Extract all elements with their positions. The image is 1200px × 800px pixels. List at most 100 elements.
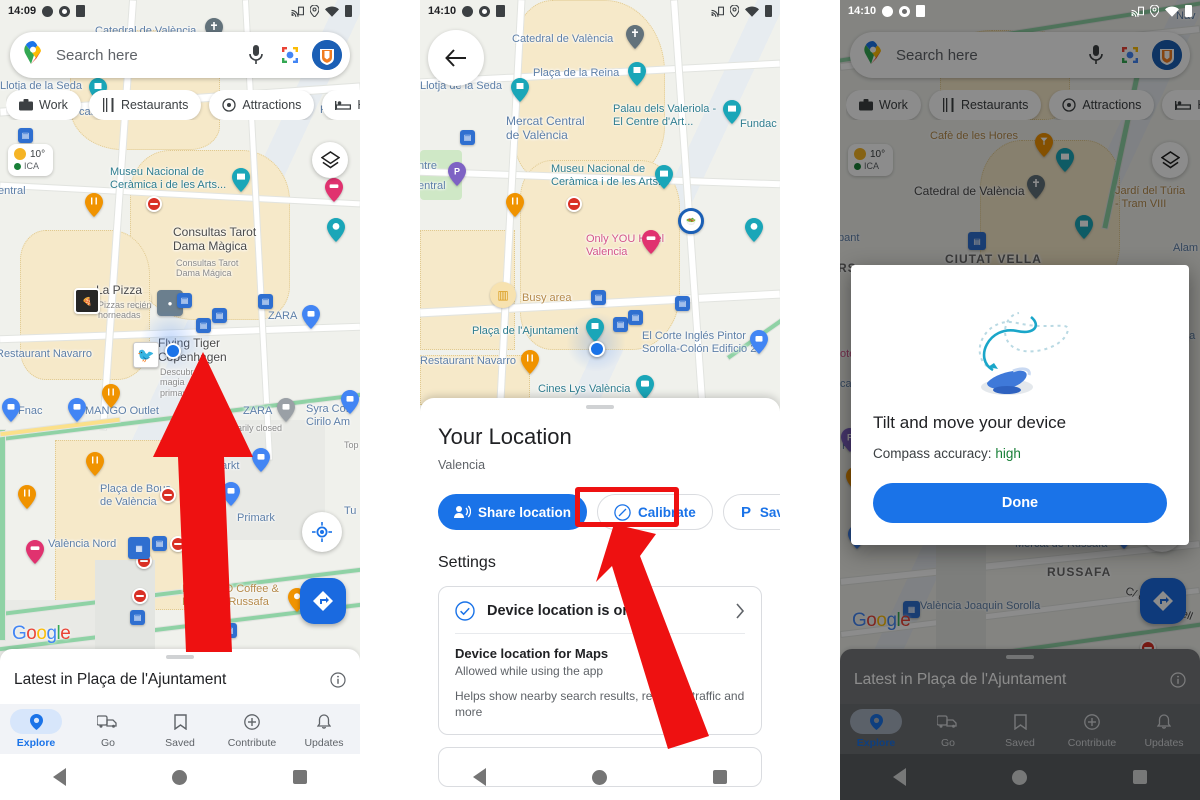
map-pin-monument[interactable] [182,486,200,510]
map-icon-no-entry[interactable] [146,196,162,212]
chip-work[interactable]: Work [6,90,81,120]
compass-calibration-dialog[interactable]: Tilt and move your device Compass accura… [851,265,1189,545]
map-pin-hotel[interactable] [26,540,44,564]
map-pin-store[interactable] [302,305,320,329]
map-pin-restaurant[interactable] [18,485,36,509]
map-icon-flying-tiger[interactable]: 🐦 [133,342,159,368]
map-pin-store[interactable] [68,398,86,422]
map-icon-no-entry[interactable] [566,196,582,212]
map-icon-no-entry[interactable] [132,588,148,604]
compass-accuracy-value: high [995,446,1021,461]
map-pin-monument[interactable] [586,318,604,342]
temperature: 10° [30,148,46,160]
map-icon-no-entry[interactable] [160,487,176,503]
map-pin-transit[interactable]: ▤ [460,130,475,145]
nav-item-updates[interactable]: Updates [288,704,360,754]
map-pin-transit[interactable]: ▤ [628,310,643,325]
map-pin-transit[interactable]: ▤ [212,308,227,323]
map-layers-button[interactable] [312,142,348,178]
weather-aqi-widget[interactable]: 10° ICA [8,144,54,176]
nav-label: Saved [165,737,195,749]
map-pin-church[interactable] [626,25,644,49]
map-pin-transit[interactable]: ▤ [591,290,606,305]
map-pin-restaurant[interactable] [521,350,539,374]
info-icon[interactable] [330,671,346,688]
map-pin-transit[interactable]: ▤ [258,294,273,309]
account-avatar[interactable] [312,40,342,70]
system-home-button[interactable] [172,769,187,785]
back-button[interactable] [428,30,484,86]
map-pin-transit[interactable]: ▤ [675,296,690,311]
nav-item-contribute[interactable]: Contribute [216,704,288,754]
device-location-card[interactable]: Device location is on Device location fo… [438,586,762,736]
system-navigation-bar[interactable] [420,754,780,800]
system-navigation-bar[interactable] [0,754,360,800]
map-pin-store[interactable] [2,398,20,422]
system-home-button[interactable] [592,769,607,785]
bottom-navigation-bar[interactable]: Explore Go Saved Contribute Updates [0,704,360,754]
map-pin-restaurant[interactable] [506,193,524,217]
system-recents-button[interactable] [713,770,727,784]
latest-bottom-sheet[interactable]: Latest in Plaça de l'Ajuntament [0,649,360,704]
recenter-location-button[interactable] [302,512,342,552]
map-icon-pizza[interactable]: 🍕 [74,288,100,314]
place-details-sheet[interactable]: Your Location Valencia Share location Ca… [420,398,780,800]
map-pin-transit[interactable]: ▤ [18,128,33,143]
aqi-label: ICA [24,161,40,171]
calibrate-button[interactable]: Calibrate [597,494,713,530]
clock: 14:09 [8,5,37,17]
directions-button[interactable] [300,578,346,624]
system-recents-button[interactable] [293,770,307,784]
map-pin-museum[interactable] [655,165,673,189]
map-pin-hotel[interactable] [325,178,343,202]
map-pin-parking[interactable]: P [448,162,466,186]
map-pin-transit[interactable]: ▤ [152,536,167,551]
map-pin-attraction[interactable] [327,218,345,242]
map-pin-store[interactable] [341,390,359,414]
chip-attractions[interactable]: Attractions [209,90,315,120]
map-pin-museum[interactable] [232,168,250,192]
map-photo-marker[interactable]: 🥗 [678,208,704,234]
map-pin-museum[interactable] [723,100,741,124]
chip-restaurants[interactable]: Restaurants [88,90,202,120]
nav-label: Contribute [227,737,277,749]
category-chip-row[interactable]: Work Restaurants Attractions H [6,90,360,120]
map-pin-transit[interactable]: ▤ [222,623,237,638]
map-pin-transit[interactable]: ▤ [130,610,145,625]
map-icon-no-entry[interactable] [170,536,186,552]
chip-hotels[interactable]: H [322,90,360,120]
sheet-grabber[interactable] [166,655,194,659]
nav-item-go[interactable]: Go [72,704,144,754]
map-pin-restaurant[interactable] [86,452,104,476]
location-status-icon [1150,5,1159,17]
compass-icon [614,503,631,521]
search-bar[interactable]: Search here [10,32,350,78]
map-pin-store[interactable] [252,448,270,472]
map-pin-hotel[interactable] [642,230,660,254]
map-pin-restaurant[interactable] [102,384,120,408]
map-pin-monument[interactable] [628,62,646,86]
map-pin-monument[interactable] [511,78,529,102]
map-pin-transit[interactable] [136,293,151,308]
map-pin-store-closed[interactable] [277,398,295,422]
map-pin-train-station[interactable]: ▦ [128,537,150,559]
sheet-grabber[interactable] [586,405,614,409]
map-pin-restaurant[interactable] [85,193,103,217]
nav-item-explore[interactable]: Explore [0,704,72,754]
lens-icon[interactable] [278,43,302,67]
system-back-button[interactable] [53,768,66,786]
system-back-button[interactable] [473,768,486,786]
share-location-button[interactable]: Share location [438,494,588,530]
search-input[interactable]: Search here [56,47,234,64]
map-pin-transit[interactable]: ▤ [177,293,192,308]
save-parking-button[interactable]: P Save parking [722,494,780,530]
map-pin-cinema[interactable] [636,375,654,399]
mic-icon[interactable] [244,43,268,67]
done-button[interactable]: Done [873,483,1167,523]
action-button-row[interactable]: Share location Calibrate P Save parking [438,494,780,530]
nav-item-saved[interactable]: Saved [144,704,216,754]
map-pin-store[interactable] [222,482,240,506]
map-pin-attraction[interactable] [745,218,763,242]
map-pin-store[interactable] [750,330,768,354]
google-maps-pin-icon [22,40,44,70]
